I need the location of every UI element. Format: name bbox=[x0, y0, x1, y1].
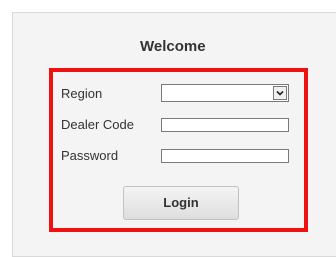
chevron-down-icon[interactable] bbox=[273, 86, 287, 100]
page-title: Welcome bbox=[140, 38, 206, 55]
region-label: Region bbox=[61, 86, 103, 101]
password-field[interactable] bbox=[161, 149, 289, 163]
dealer-code-field[interactable] bbox=[161, 118, 289, 132]
dealer-code-label: Dealer Code bbox=[61, 117, 134, 132]
password-label: Password bbox=[61, 148, 119, 163]
region-select[interactable] bbox=[161, 84, 289, 102]
login-button[interactable]: Login bbox=[123, 186, 239, 220]
